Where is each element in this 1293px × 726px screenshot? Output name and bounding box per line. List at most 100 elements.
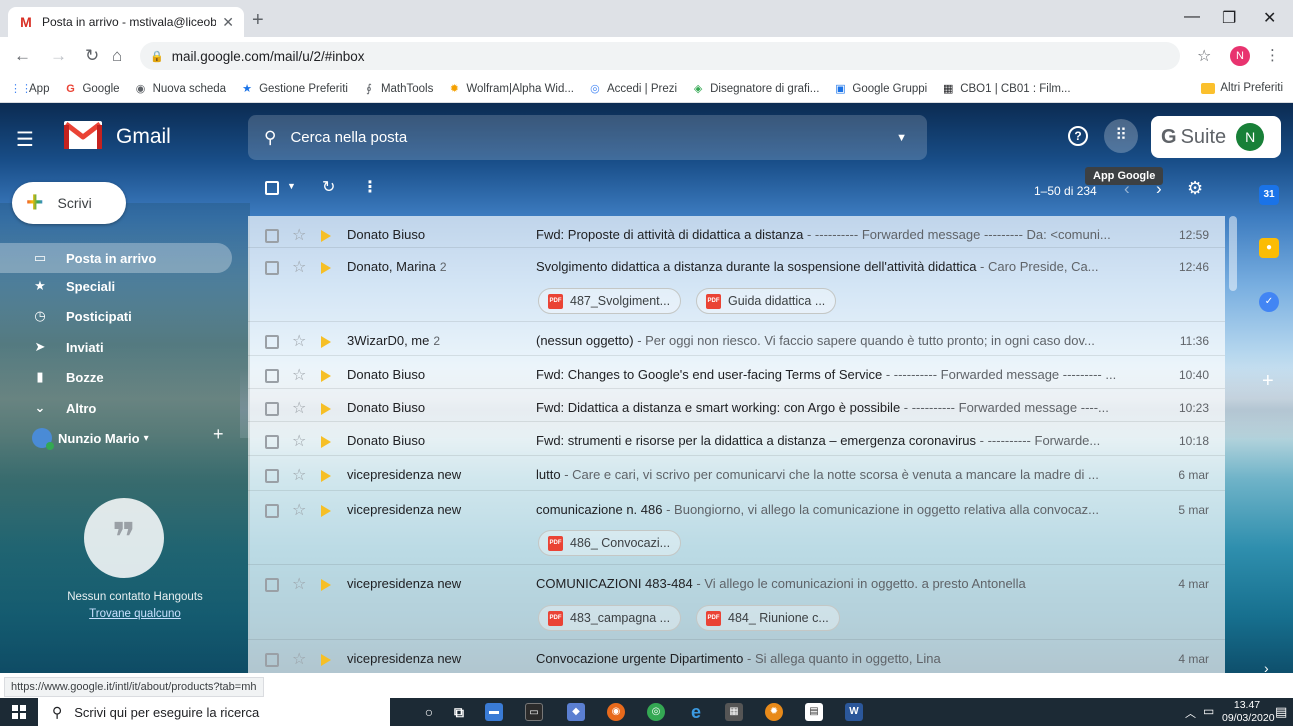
importance-marker-icon[interactable] xyxy=(321,654,331,666)
calculator-icon[interactable]: ▦ xyxy=(725,703,743,721)
browser-tab-gmail[interactable]: M Posta in arrivo - mstivala@liceob ✕ xyxy=(8,7,244,37)
bookmark-cbo[interactable]: ▦ CBO1 | CB01 : Film... xyxy=(941,82,1071,96)
bookmark-new-tab[interactable]: ◉ Nuova scheda xyxy=(134,82,226,96)
importance-marker-icon[interactable] xyxy=(321,403,331,415)
file-explorer-icon[interactable]: ▬ xyxy=(485,703,503,721)
calendar-icon[interactable]: 31 xyxy=(1259,185,1279,205)
search-options-icon[interactable]: ▼ xyxy=(896,132,907,144)
attachment-chip[interactable]: PDF Guida didattica ... xyxy=(696,288,837,314)
restore-icon[interactable]: ❐ xyxy=(1222,8,1236,28)
email-row[interactable]: ☆ vicepresidenza new Convocazione urgent… xyxy=(248,640,1225,673)
reload-icon[interactable]: ↻ xyxy=(85,46,99,66)
tasks-icon[interactable]: ✓ xyxy=(1259,292,1279,312)
gsuite-account-badge[interactable]: G Suite N xyxy=(1151,116,1281,158)
star-outline-icon[interactable]: ☆ xyxy=(292,431,306,451)
importance-marker-icon[interactable] xyxy=(321,336,331,348)
row-checkbox[interactable] xyxy=(265,435,279,449)
importance-marker-icon[interactable] xyxy=(321,505,331,517)
bookmark-manager[interactable]: ★ Gestione Preferiti xyxy=(240,82,348,96)
back-icon[interactable]: ← xyxy=(14,46,31,66)
bookmark-geogebra[interactable]: ◈ Disegnatore di grafi... xyxy=(691,82,820,96)
mail-search-bar[interactable]: ⚲ ▼ xyxy=(248,115,927,160)
row-checkbox[interactable] xyxy=(265,335,279,349)
tray-chevron-up-icon[interactable]: ︿ xyxy=(1185,705,1196,721)
importance-marker-icon[interactable] xyxy=(321,370,331,382)
more-actions-icon[interactable]: ⋮ xyxy=(362,177,378,197)
bookmark-prezi[interactable]: ◎ Accedi | Prezi xyxy=(588,82,677,96)
chrome-icon[interactable]: ◎ xyxy=(647,703,665,721)
email-row[interactable]: ☆ vicepresidenza new lutto - Care e cari… xyxy=(248,456,1225,491)
nav-inbox[interactable]: ▭ Posta in arrivo xyxy=(0,243,232,273)
importance-marker-icon[interactable] xyxy=(321,436,331,448)
word-icon[interactable]: W xyxy=(845,703,863,721)
importance-marker-icon[interactable] xyxy=(321,470,331,482)
row-checkbox[interactable] xyxy=(265,261,279,275)
taskbar-clock[interactable]: 13.47 09/03/2020 xyxy=(1222,699,1275,725)
help-icon[interactable]: ? xyxy=(1068,126,1088,146)
attachment-chip[interactable]: PDF 486_ Convocazi... xyxy=(538,530,682,556)
row-checkbox[interactable] xyxy=(265,402,279,416)
bookmark-other-folder[interactable]: Altri Preferiti xyxy=(1201,82,1283,94)
star-outline-icon[interactable]: ☆ xyxy=(292,257,306,277)
keep-icon[interactable]: ● xyxy=(1259,238,1279,258)
nav-more[interactable]: ⌄ Altro xyxy=(0,393,232,423)
nav-sent[interactable]: ➤ Inviati xyxy=(0,332,232,362)
new-conversation-icon[interactable]: + xyxy=(213,424,224,445)
firefox-icon[interactable]: ◉ xyxy=(607,703,625,721)
chevron-left-icon[interactable]: ‹ xyxy=(1124,179,1130,199)
search-input[interactable] xyxy=(290,129,897,146)
edge-icon[interactable]: e xyxy=(687,703,705,721)
bookmark-mathtools[interactable]: ∮ MathTools xyxy=(362,82,433,96)
close-tab-icon[interactable]: ✕ xyxy=(222,14,234,31)
address-bar[interactable]: 🔒 mail.google.com/mail/u/2/#inbox xyxy=(140,42,1180,70)
star-outline-icon[interactable]: ☆ xyxy=(292,574,306,594)
star-outline-icon[interactable]: ☆ xyxy=(292,225,306,245)
gmail-logo-icon[interactable] xyxy=(64,121,102,149)
row-checkbox[interactable] xyxy=(265,369,279,383)
chrome-profile-avatar[interactable]: N xyxy=(1230,46,1250,66)
notifications-icon[interactable]: ▤ xyxy=(1275,704,1287,720)
compose-button[interactable]: + Scrivi xyxy=(12,182,126,224)
task-view-icon[interactable]: ⧉ xyxy=(450,703,468,721)
battery-icon[interactable]: ▭ xyxy=(1203,704,1214,718)
bookmark-google-groups[interactable]: ▣ Google Gruppi xyxy=(833,82,927,96)
row-checkbox[interactable] xyxy=(265,578,279,592)
star-outline-icon[interactable]: ☆ xyxy=(292,649,306,669)
nav-snoozed[interactable]: ◷ Posticipati xyxy=(0,301,232,331)
bookmark-apps[interactable]: ⋮⋮ App xyxy=(10,82,49,96)
add-addon-icon[interactable]: + xyxy=(1262,370,1274,393)
email-row[interactable]: ☆ vicepresidenza new COMUNICAZIONI 483-4… xyxy=(248,565,1225,640)
importance-marker-icon[interactable] xyxy=(321,579,331,591)
select-options-icon[interactable]: ▼ xyxy=(287,181,296,191)
importance-marker-icon[interactable] xyxy=(321,262,331,274)
close-window-icon[interactable]: ✕ xyxy=(1263,8,1276,28)
app-icon[interactable]: ✹ xyxy=(765,703,783,721)
nav-starred[interactable]: ★ Speciali xyxy=(0,271,232,301)
new-tab-button[interactable]: + xyxy=(252,9,264,32)
email-row[interactable]: ☆ Donato Biuso Fwd: Proposte di attività… xyxy=(248,216,1225,248)
bookmark-google[interactable]: G Google xyxy=(63,82,119,96)
attachment-chip[interactable]: PDF 487_Svolgiment... xyxy=(538,288,682,314)
hangouts-find-link[interactable]: Trovane qualcuno xyxy=(80,608,190,620)
terminal-icon[interactable]: ▭ xyxy=(525,703,543,721)
taskbar-search-box[interactable]: ⚲ Scrivi qui per eseguire la ricerca xyxy=(38,698,390,726)
importance-marker-icon[interactable] xyxy=(321,230,331,242)
star-outline-icon[interactable]: ☆ xyxy=(292,398,306,418)
star-outline-icon[interactable]: ☆ xyxy=(292,331,306,351)
star-outline-icon[interactable]: ☆ xyxy=(292,465,306,485)
chevron-right-icon[interactable]: › xyxy=(1156,179,1162,199)
attachment-chip[interactable]: PDF 483_campagna ... xyxy=(538,605,682,631)
main-menu-icon[interactable]: ☰ xyxy=(16,127,34,152)
home-icon[interactable]: ⌂ xyxy=(112,46,122,66)
bookmark-star-icon[interactable]: ☆ xyxy=(1197,46,1211,66)
network-icon[interactable]: ◆ xyxy=(567,703,585,721)
row-checkbox[interactable] xyxy=(265,653,279,667)
email-row[interactable]: ☆ Donato, Marina 2 Svolgimento didattica … xyxy=(248,248,1225,322)
cortana-icon[interactable]: ○ xyxy=(420,703,438,721)
email-row[interactable]: ☆ Donato Biuso Fwd: Didattica a distanza… xyxy=(248,389,1225,422)
row-checkbox[interactable] xyxy=(265,229,279,243)
select-all-checkbox[interactable] xyxy=(265,181,279,195)
hangouts-account[interactable]: Nunzio Mario ▾ xyxy=(32,428,149,450)
row-checkbox[interactable] xyxy=(265,469,279,483)
star-outline-icon[interactable]: ☆ xyxy=(292,500,306,520)
